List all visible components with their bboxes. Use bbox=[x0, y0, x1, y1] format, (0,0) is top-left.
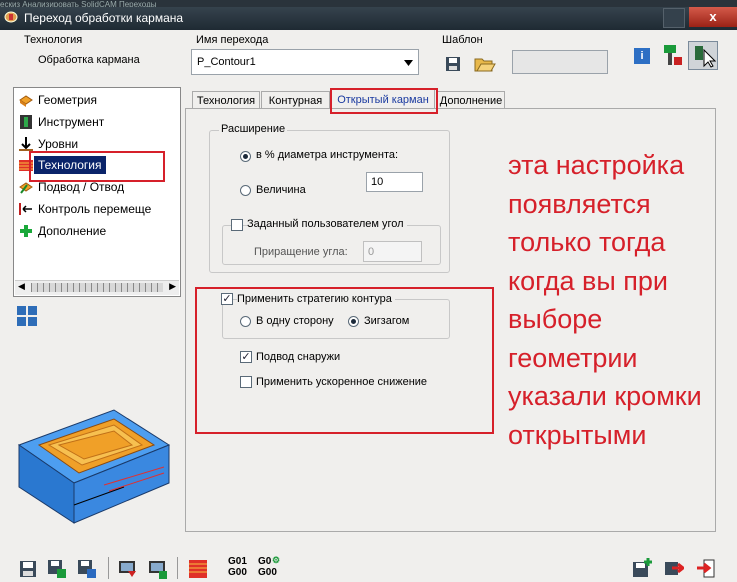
operation-name-value: P_Contour1 bbox=[197, 56, 256, 68]
annotation-line: выборе bbox=[508, 304, 603, 334]
save-template-icon[interactable] bbox=[445, 56, 461, 72]
annotation-line: эта настройка bbox=[508, 150, 685, 180]
highlight-technology-box bbox=[29, 151, 165, 182]
annotation-line: когда вы при bbox=[508, 265, 669, 296]
app-icon bbox=[4, 11, 18, 23]
tree-item-tool[interactable]: Инструмент bbox=[20, 113, 105, 131]
tree-item-motion-control[interactable]: Контроль перемеще bbox=[19, 200, 152, 218]
annotation-text: эта настройка появляется только тогда ко… bbox=[508, 146, 737, 454]
simulate-icon[interactable] bbox=[118, 557, 138, 579]
info-icon[interactable]: i bbox=[634, 48, 650, 64]
minimize-button[interactable] bbox=[663, 8, 685, 28]
background-menu-strip: ескиз Анализировать SolidCAM Переходы bbox=[0, 0, 737, 7]
save-exit-icon[interactable] bbox=[664, 557, 684, 579]
view-grid-icon[interactable] bbox=[17, 306, 37, 326]
chevron-down-icon[interactable] bbox=[404, 60, 413, 66]
exit-icon[interactable] bbox=[696, 557, 716, 579]
technology-value: Обработка кармана bbox=[38, 54, 140, 66]
expansion-group-label: Расширение bbox=[219, 123, 288, 135]
window-title: Переход обработки кармана bbox=[24, 11, 184, 25]
radio-percent-label: в % диаметра инструмента: bbox=[256, 149, 399, 161]
technology-label: Технология bbox=[24, 34, 83, 46]
annotation-line: указали кромки bbox=[508, 381, 702, 411]
tab-label: Дополнение bbox=[439, 95, 503, 107]
save-calculate-icon[interactable] bbox=[47, 557, 67, 579]
part-preview-image bbox=[17, 409, 171, 524]
g00-label: G00 bbox=[258, 567, 277, 578]
save-icon[interactable] bbox=[18, 557, 38, 579]
radio-value[interactable] bbox=[240, 185, 251, 196]
tree-item-geometry[interactable]: Геометрия bbox=[19, 91, 97, 109]
tab-label: Контурная bbox=[268, 95, 323, 107]
geometry-icon bbox=[19, 95, 33, 107]
scroll-right-icon[interactable]: ▶ bbox=[169, 281, 176, 292]
levels-icon bbox=[19, 137, 33, 151]
template-label: Шаблон bbox=[442, 34, 483, 46]
radio-value-label: Величина bbox=[256, 184, 306, 196]
tree-horizontal-scrollbar[interactable]: ◀ ▶ bbox=[15, 280, 179, 295]
tab-misc[interactable]: Дополнение bbox=[437, 91, 505, 109]
highlight-strategy-box bbox=[195, 287, 494, 434]
operation-name-label: Имя перехода bbox=[196, 34, 269, 46]
radio-percent-of-diameter[interactable] bbox=[240, 151, 251, 162]
expansion-value: 10 bbox=[371, 176, 384, 188]
cursor-pick-icon bbox=[695, 46, 716, 68]
operation-name-combobox[interactable]: P_Contour1 bbox=[191, 49, 419, 75]
user-angle-label: Заданный пользователем угол bbox=[247, 218, 407, 230]
expansion-value-input[interactable]: 10 bbox=[366, 172, 423, 192]
annotation-line: появляется bbox=[508, 188, 651, 219]
tree-label: Подвод / Отвод bbox=[38, 180, 125, 194]
operation-tree[interactable]: Геометрия Инструмент Уровни Технология П… bbox=[13, 87, 181, 297]
scroll-thumb[interactable] bbox=[31, 283, 163, 292]
angle-increment-label: Приращение угла: bbox=[254, 246, 348, 258]
simulate-verify-icon[interactable] bbox=[148, 557, 168, 579]
tree-label: Инструмент bbox=[38, 115, 105, 129]
tab-label: Технология bbox=[196, 95, 256, 107]
tree-label: Дополнение bbox=[38, 224, 107, 238]
tool-library-icon[interactable] bbox=[660, 43, 684, 69]
save-gcode-icon[interactable] bbox=[77, 557, 97, 579]
highlight-tab-box bbox=[330, 88, 438, 114]
tree-label: Уровни bbox=[38, 137, 79, 151]
annotation-line: открытыми bbox=[508, 419, 647, 450]
annotation-line: только тогда bbox=[508, 227, 666, 257]
toolbar-separator bbox=[108, 557, 109, 579]
g01-label: G01 bbox=[228, 556, 247, 567]
angle-increment-input[interactable]: 0 bbox=[363, 241, 422, 262]
misc-plus-icon bbox=[20, 225, 32, 237]
g00-label: G00 bbox=[228, 567, 247, 578]
tab-contour[interactable]: Контурная bbox=[261, 91, 330, 109]
close-button[interactable]: x bbox=[689, 7, 737, 27]
tree-label: Геометрия bbox=[38, 93, 97, 107]
technology-toolbar-icon[interactable] bbox=[188, 557, 208, 579]
save-new-icon[interactable] bbox=[632, 557, 652, 579]
scroll-left-icon[interactable]: ◀ bbox=[18, 281, 25, 292]
annotation-line: геометрии bbox=[508, 342, 638, 373]
gear-icon: ⚙ bbox=[272, 555, 281, 565]
title-bar: ескиз Анализировать SolidCAM Переходы Пе… bbox=[0, 0, 737, 30]
motion-control-icon bbox=[19, 203, 32, 215]
angle-increment-value: 0 bbox=[368, 246, 375, 258]
tree-label: Контроль перемеще bbox=[38, 202, 152, 216]
open-folder-icon[interactable] bbox=[474, 55, 496, 73]
g00-settings-button[interactable]: G0 G00 ⚙ bbox=[258, 555, 282, 578]
user-angle-checkbox[interactable] bbox=[231, 219, 243, 231]
pick-mode-button[interactable] bbox=[688, 41, 718, 70]
tree-item-misc[interactable]: Дополнение bbox=[20, 222, 107, 240]
template-field[interactable] bbox=[512, 50, 608, 74]
tab-technology[interactable]: Технология bbox=[192, 91, 260, 109]
tool-icon bbox=[20, 115, 32, 129]
toolbar-separator bbox=[177, 557, 178, 579]
g01-g00-button[interactable]: G01 G00 bbox=[228, 556, 250, 578]
